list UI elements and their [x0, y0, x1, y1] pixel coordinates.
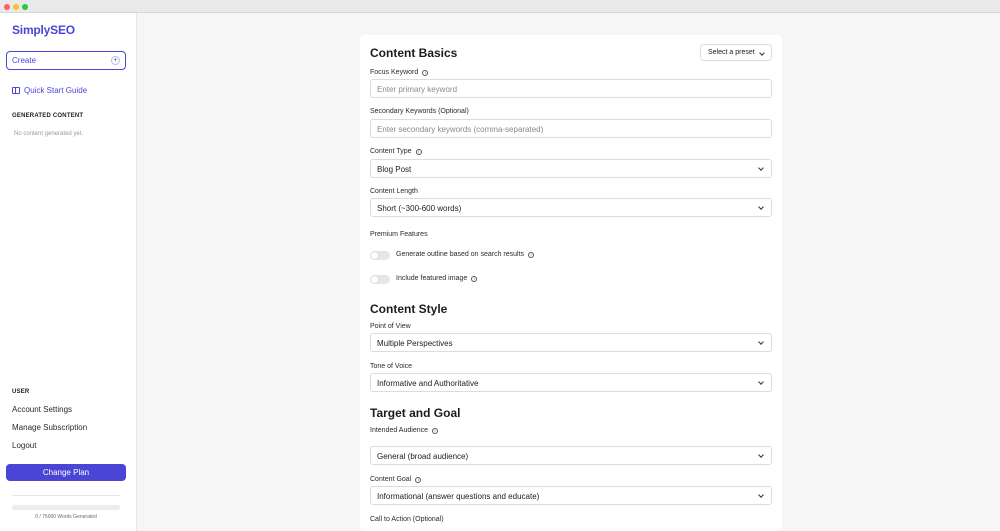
intended-audience-label: Intended Audience i: [370, 427, 438, 434]
generated-content-heading: GENERATED CONTENT: [12, 113, 84, 119]
content-goal-value: Informational (answer questions and educ…: [377, 492, 540, 501]
point-of-view-select[interactable]: Multiple Perspectives: [370, 333, 772, 352]
content-length-label: Content Length: [370, 188, 418, 195]
account-settings-link[interactable]: Account Settings: [12, 405, 72, 414]
chevron-down-icon: [758, 492, 764, 498]
sidebar-divider: [12, 495, 120, 496]
change-plan-button[interactable]: Change Plan: [6, 464, 126, 481]
quick-start-guide-label: Quick Start Guide: [24, 85, 88, 95]
preset-select-label: Select a preset: [708, 49, 755, 56]
info-icon[interactable]: i: [422, 69, 429, 76]
change-plan-label: Change Plan: [42, 468, 90, 477]
content-basics-heading: Content Basics: [370, 46, 458, 60]
user-section-heading: USER: [12, 389, 30, 395]
secondary-keywords-placeholder: Enter secondary keywords (comma-separate…: [377, 125, 544, 134]
point-of-view-value: Multiple Perspectives: [377, 339, 453, 348]
tone-of-voice-select[interactable]: Informative and Authoritative: [370, 373, 772, 392]
close-window-button[interactable]: [4, 4, 10, 10]
app-logo[interactable]: SimplySEO: [12, 23, 75, 37]
content-goal-label: Content Goal i: [370, 476, 422, 483]
book-icon: [12, 86, 20, 94]
usage-text: 0 / 75000 Words Generated: [35, 514, 97, 520]
plus-icon: +: [111, 56, 120, 65]
window-titlebar: [0, 0, 1000, 13]
content-type-select[interactable]: Blog Post: [370, 159, 772, 178]
minimize-window-button[interactable]: [13, 4, 19, 10]
tone-of-voice-value: Informative and Authoritative: [377, 379, 479, 388]
content-type-value: Blog Post: [377, 165, 412, 174]
content-style-heading: Content Style: [370, 302, 448, 316]
outline-toggle-text: Generate outline based on search results: [396, 251, 525, 258]
create-button-label: Create: [12, 56, 37, 65]
focus-keyword-placeholder: Enter primary keyword: [377, 85, 458, 94]
chevron-down-icon: [758, 339, 764, 345]
featured-image-toggle-text: Include featured image: [396, 275, 468, 282]
chevron-down-icon: [758, 165, 764, 171]
intended-audience-value: General (broad audience): [377, 452, 469, 461]
call-to-action-label: Call to Action (Optional): [370, 516, 444, 523]
chevron-down-icon: [758, 379, 764, 385]
sidebar: SimplySEO Create + Quick Start Guide GEN…: [0, 13, 137, 531]
chevron-down-icon: [758, 452, 764, 458]
create-button[interactable]: Create +: [6, 51, 126, 70]
content-type-label-text: Content Type: [370, 148, 412, 155]
manage-subscription-link[interactable]: Manage Subscription: [12, 423, 87, 432]
logout-link[interactable]: Logout: [12, 441, 36, 450]
point-of-view-label: Point of View: [370, 323, 411, 330]
focus-keyword-input[interactable]: Enter primary keyword: [370, 79, 772, 98]
outline-toggle[interactable]: [370, 251, 390, 260]
content-type-label: Content Type i: [370, 148, 422, 155]
outline-toggle-label: Generate outline based on search results…: [396, 251, 535, 258]
info-icon[interactable]: i: [415, 476, 422, 483]
featured-image-toggle[interactable]: [370, 275, 390, 284]
focus-keyword-label: Focus Keyword i: [370, 69, 429, 76]
secondary-keywords-input[interactable]: Enter secondary keywords (comma-separate…: [370, 119, 772, 138]
quick-start-guide-link[interactable]: Quick Start Guide: [12, 84, 87, 96]
info-icon[interactable]: i: [432, 427, 438, 434]
target-and-goal-heading: Target and Goal: [370, 406, 461, 420]
featured-image-toggle-label: Include featured image i: [396, 275, 478, 282]
focus-keyword-label-text: Focus Keyword: [370, 69, 419, 76]
info-icon[interactable]: i: [415, 148, 422, 155]
info-icon[interactable]: i: [528, 251, 535, 258]
generated-content-empty: No content generated yet.: [14, 131, 84, 137]
content-length-select[interactable]: Short (~300-600 words): [370, 198, 772, 217]
premium-features-heading: Premium Features: [370, 231, 428, 238]
info-icon[interactable]: i: [471, 275, 478, 282]
chevron-down-icon: [759, 50, 765, 56]
maximize-window-button[interactable]: [22, 4, 28, 10]
content-length-value: Short (~300-600 words): [377, 204, 462, 213]
chevron-down-icon: [758, 204, 764, 210]
preset-select[interactable]: Select a preset: [700, 44, 772, 61]
intended-audience-select[interactable]: General (broad audience): [370, 446, 772, 465]
secondary-keywords-label: Secondary Keywords (Optional): [370, 108, 469, 115]
content-goal-select[interactable]: Informational (answer questions and educ…: [370, 486, 772, 505]
content-form-panel: Content Basics Select a preset Focus Key…: [360, 35, 782, 531]
usage-progress-bar: [12, 505, 120, 510]
content-goal-label-text: Content Goal: [370, 476, 412, 483]
tone-of-voice-label: Tone of Voice: [370, 363, 413, 370]
intended-audience-label-text: Intended Audience: [370, 427, 428, 434]
